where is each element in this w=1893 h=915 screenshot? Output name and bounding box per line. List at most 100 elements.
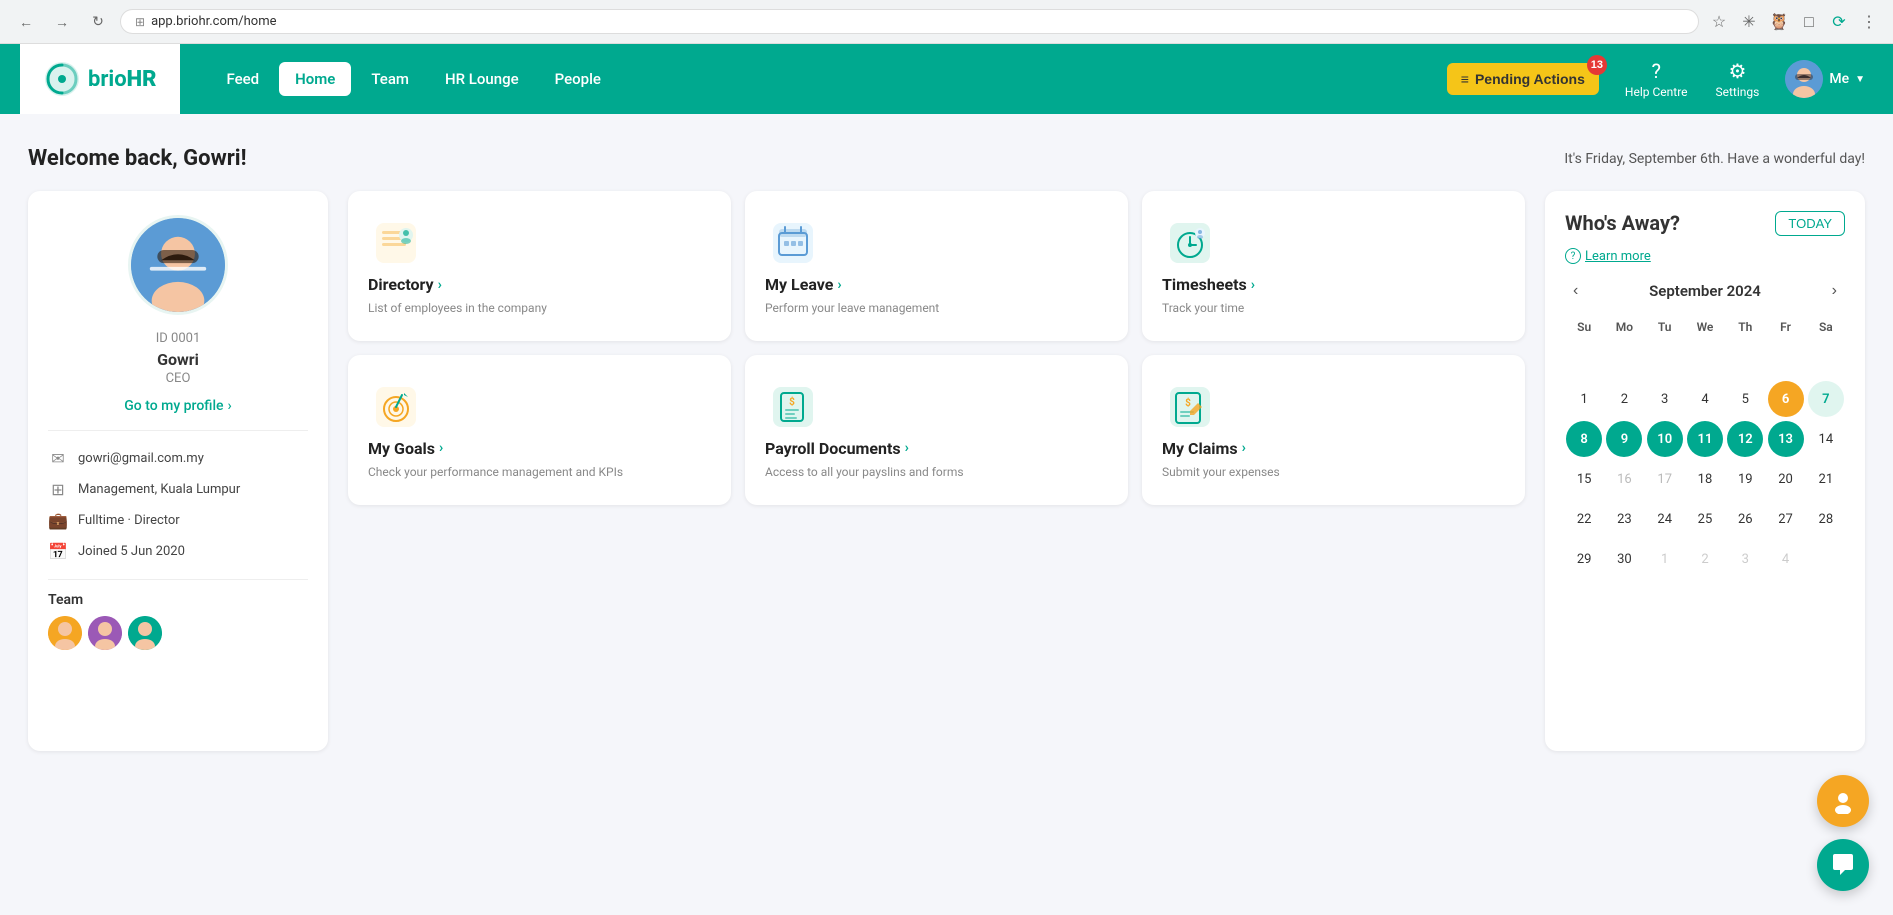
help-centre-nav[interactable]: ? Help Centre [1615,59,1698,99]
logo-text: brioHR [88,67,156,92]
cal-day[interactable]: 1 [1566,381,1602,417]
cal-day[interactable]: 13 [1768,421,1804,457]
quick-card-leave[interactable]: My Leave › Perform your leave management [745,191,1128,341]
calendar-next[interactable]: › [1824,278,1845,304]
nav-people[interactable]: People [539,62,617,96]
learn-more-link[interactable]: Learn more [1585,249,1651,264]
leave-title: My Leave › [765,275,1108,294]
cal-day[interactable]: 22 [1566,501,1602,537]
browser-chrome: ← → ↻ ⊞ app.briohr.com/home ☆ ✳ 🦉 □ ⟳ ⋮ [0,0,1893,44]
cal-day[interactable]: 30 [1606,541,1642,577]
quick-card-directory[interactable]: Directory › List of employees in the com… [348,191,731,341]
logo[interactable]: brioHR [20,44,180,114]
user-avatar-nav[interactable]: Me ▼ [1777,60,1873,98]
pending-actions-icon: ≡ [1461,71,1469,87]
cal-day[interactable]: 10 [1647,421,1683,457]
cal-day[interactable]: 24 [1647,501,1683,537]
cal-day[interactable]: 11 [1687,421,1723,457]
quick-card-goals[interactable]: My Goals › Check your performance manage… [348,355,731,505]
cal-day [1606,341,1642,377]
cal-day[interactable]: 3 [1647,381,1683,417]
goals-icon [368,379,424,435]
timesheets-title: Timesheets › [1162,275,1505,294]
leave-desc: Perform your leave management [765,300,1108,317]
browser-forward[interactable]: → [48,8,76,36]
cal-day[interactable]: 1 [1647,541,1683,577]
pending-actions-button[interactable]: ≡ Pending Actions 13 [1447,63,1599,95]
cal-day-header: Su [1565,316,1603,338]
browser-ext1[interactable]: ✳ [1737,10,1761,34]
calendar-card: Who's Away? TODAY ? Learn more ‹ Septemb… [1545,191,1865,751]
cal-day[interactable]: 6 [1768,381,1804,417]
nav-hr-lounge[interactable]: HR Lounge [429,62,535,96]
goals-title: My Goals › [368,439,711,458]
nav-home[interactable]: Home [279,62,351,96]
cal-day[interactable]: 7 [1808,381,1844,417]
cal-day[interactable]: 26 [1727,501,1763,537]
cal-day-header: Th [1726,316,1764,338]
browser-star[interactable]: ☆ [1707,10,1731,34]
calendar-header: Who's Away? TODAY [1565,211,1845,236]
claims-icon: $ [1162,379,1218,435]
cal-day[interactable]: 2 [1687,541,1723,577]
cal-day[interactable]: 4 [1768,541,1804,577]
today-button[interactable]: TODAY [1775,211,1845,236]
browser-ext2[interactable]: 🦉 [1767,10,1791,34]
nav-feed[interactable]: Feed [210,62,275,96]
fab-chat[interactable] [1817,839,1869,891]
profile-joined: 📅 Joined 5 Jun 2020 [48,536,308,567]
cal-day[interactable]: 3 [1727,541,1763,577]
cal-day[interactable]: 27 [1768,501,1804,537]
cal-day [1566,341,1602,377]
address-bar[interactable]: ⊞ app.briohr.com/home [120,9,1699,34]
cal-day[interactable]: 29 [1566,541,1602,577]
cal-day[interactable]: 18 [1687,461,1723,497]
cal-day[interactable]: 28 [1808,501,1844,537]
settings-icon: ⚙ [1728,59,1746,83]
directory-icon [368,215,424,271]
user-avatar-circle [1785,60,1823,98]
claims-arrow: › [1242,440,1246,456]
quick-card-payroll[interactable]: $ Payroll Documents › Access to all your… [745,355,1128,505]
leave-icon [765,215,821,271]
department-icon: ⊞ [48,480,68,499]
learn-more-row[interactable]: ? Learn more [1565,248,1845,264]
cal-day[interactable]: 14 [1808,421,1844,457]
quick-card-timesheets[interactable]: Timesheets › Track your time [1142,191,1525,341]
profile-avatar-svg [131,215,225,315]
cal-day[interactable]: 19 [1727,461,1763,497]
cal-day[interactable]: 5 [1727,381,1763,417]
calendar-prev[interactable]: ‹ [1565,278,1586,304]
cal-day[interactable]: 2 [1606,381,1642,417]
cal-day[interactable]: 25 [1687,501,1723,537]
browser-ext4[interactable]: ⟳ [1827,10,1851,34]
calendar-grid: SuMoTuWeThFrSa12345678910111213141516171… [1565,316,1845,578]
cal-day-header: Tu [1646,316,1684,338]
cal-day[interactable]: 4 [1687,381,1723,417]
cal-day[interactable]: 23 [1606,501,1642,537]
email-icon: ✉ [48,449,68,468]
browser-ext3[interactable]: □ [1797,10,1821,34]
profile-employment: 💼 Fulltime · Director [48,505,308,536]
browser-refresh[interactable]: ↻ [84,8,112,36]
pending-actions-label: Pending Actions [1475,71,1585,87]
browser-menu[interactable]: ⋮ [1857,10,1881,34]
payroll-arrow: › [905,440,909,456]
timesheets-arrow: › [1251,277,1255,293]
cal-day [1727,341,1763,377]
profile-link[interactable]: Go to my profile › [48,398,308,414]
profile-card: ID 0001 Gowri CEO Go to my profile › ✉ g… [28,191,328,751]
cal-day[interactable]: 20 [1768,461,1804,497]
cal-day[interactable]: 9 [1606,421,1642,457]
settings-nav[interactable]: ⚙ Settings [1706,59,1770,99]
fab-user[interactable] [1817,775,1869,827]
cal-day[interactable]: 12 [1727,421,1763,457]
cal-day[interactable]: 8 [1566,421,1602,457]
quick-card-claims[interactable]: $ My Claims › Submit your expenses [1142,355,1525,505]
cal-day-header: We [1686,316,1724,338]
nav-team[interactable]: Team [355,62,425,96]
directory-title: Directory › [368,275,711,294]
cal-day[interactable]: 21 [1808,461,1844,497]
cal-day[interactable]: 15 [1566,461,1602,497]
browser-back[interactable]: ← [12,8,40,36]
